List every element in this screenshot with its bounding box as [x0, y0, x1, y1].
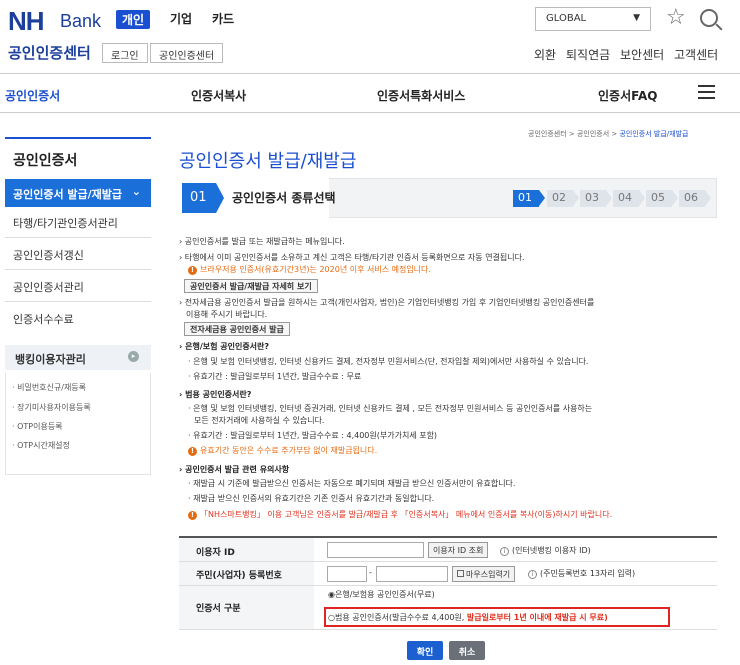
notice-line: ! 브라우저용 인증서(유효기간3년)는 2020년 이후 서비스 예정입니다.	[188, 264, 431, 275]
info-line: 공인인증서를 발급 또는 재발급하는 메뉴입니다.	[179, 236, 345, 247]
lnb-title: 공인인증서	[13, 153, 78, 169]
breadcrumb: 공인인증센터 > 공인인증서 > 공인인증서 발급/재발급	[528, 130, 689, 138]
user-id-lookup-button[interactable]: 이용자 ID 조회	[428, 542, 489, 558]
lnb-item-issue[interactable]: 공인인증서 발급/재발급 ⌄	[5, 179, 151, 207]
logo-bank[interactable]: Bank	[60, 11, 101, 32]
info-line: · 유효기간 : 발급일로부터 1년간, 발급수수료 : 4,400원(부가가치…	[188, 431, 438, 440]
issue-detail-button[interactable]: 공인인증서 발급/재발급 자세히 보기	[184, 279, 318, 293]
mouse-keypad-button[interactable]: 마우스입력기	[452, 566, 516, 582]
section-heading: 공인인증서 발급 관련 유의사항	[179, 464, 289, 475]
user-id-help: i (인터넷뱅킹 이용자 ID)	[500, 545, 591, 556]
lnb-item-other[interactable]: 타행/타기관인증서관리	[5, 206, 151, 238]
gnb-item-copy[interactable]: 인증서복사	[191, 87, 246, 104]
cert-type-label: 인증서 구분	[196, 604, 241, 614]
info-line: 타행에서 이미 공인인증서를 소유하고 계신 고객은 타행/타기관 인증서 등록…	[179, 252, 525, 263]
info-line: · 재발급 받으신 인증서의 유효기간은 기존 인증서 유효기간과 동일합니다.	[188, 494, 435, 503]
step-current-label: 공인인증서 종류선택	[232, 191, 336, 205]
tab-business[interactable]: 기업	[170, 10, 192, 27]
tab-personal[interactable]: 개인	[116, 10, 151, 29]
lnb-banking-header[interactable]: 뱅킹이용자관리 ▸	[5, 345, 151, 370]
etax-cert-button[interactable]: 전자세금용 공인인증서 발급	[184, 322, 290, 336]
logo-nh[interactable]: NH	[8, 6, 45, 37]
gnb-divider	[0, 112, 740, 113]
step-chip-2: 02	[547, 190, 579, 207]
cert-center-title[interactable]: 공인인증센터	[8, 42, 91, 63]
info-icon: i	[528, 570, 537, 579]
cancel-button[interactable]: 취소	[449, 641, 485, 660]
lnb-item-renew[interactable]: 공인인증서갱신	[5, 238, 151, 270]
gnb-item-special[interactable]: 인증서특화서비스	[377, 87, 465, 104]
tab-card[interactable]: 카드	[212, 10, 234, 27]
notice-line: ! 유효기간 동안은 수수료 추가부담 없이 재발급됩니다.	[188, 445, 377, 456]
cert-center-button[interactable]: 공인인증센터	[150, 43, 224, 63]
menu-icon[interactable]	[698, 85, 715, 99]
util-link-customer[interactable]: 고객센터	[674, 46, 718, 63]
lnb-sub-otp[interactable]: · OTP이용등록	[12, 421, 63, 432]
highlight-box	[324, 607, 670, 627]
header-divider	[0, 73, 740, 74]
global-select-value: GLOBAL	[546, 13, 587, 24]
rrn-back-input[interactable]	[376, 566, 448, 582]
step-chip-1: 01	[513, 190, 545, 207]
login-button[interactable]: 로그인	[102, 43, 148, 63]
notice-line: ! 「NH스마트뱅킹」 이용 고객님은 인증서를 발급/재발급 후 「인증서복사」…	[188, 509, 612, 520]
util-link-pension[interactable]: 퇴직연금	[566, 46, 610, 63]
alert-icon: !	[188, 511, 197, 520]
user-id-input[interactable]	[327, 542, 424, 558]
search-icon[interactable]	[700, 9, 718, 27]
global-select[interactable]: GLOBAL ▼	[535, 7, 651, 31]
info-line: 전자세금용 공인인증서 발급을 원하시는 고객(개인사업자, 법인)은 기업인터…	[179, 297, 595, 308]
user-id-label: 이용자 ID	[196, 548, 235, 558]
checkbox-icon	[457, 570, 464, 577]
lnb-sub-otp-time[interactable]: · OTP시간재설정	[12, 440, 70, 451]
toggle-icon: ▸	[128, 351, 139, 362]
lnb-item-label: 공인인증서 발급/재발급	[13, 188, 123, 201]
util-link-fx[interactable]: 외환	[534, 46, 556, 63]
rrn-help: i (주민등록번호 13자리 입력)	[528, 568, 635, 579]
info-line: · 유효기간 : 발급일로부터 1년간, 발급수수료 : 무료	[188, 372, 362, 381]
chevron-down-icon: ⌄	[131, 185, 141, 198]
lnb-sub-dormant[interactable]: · 장기미사용자이용등록	[12, 402, 91, 413]
info-line: · 재발급 시 기준에 발급받으신 인증서는 자동으로 폐기되며 재발급 받으신…	[188, 479, 516, 488]
step-current-number: 01	[182, 183, 224, 213]
form-row-divider	[179, 629, 717, 630]
form-row-divider	[179, 585, 717, 586]
info-line: 모든 전자거래에 사용하실 수 있습니다.	[194, 416, 325, 425]
dropdown-arrow-icon: ▼	[633, 13, 640, 23]
star-icon[interactable]: ☆	[666, 5, 686, 30]
lnb-topline	[5, 137, 151, 139]
rrn-label: 주민(사업자) 등록번호	[196, 571, 282, 581]
util-link-security[interactable]: 보안센터	[620, 46, 664, 63]
gnb-item-cert[interactable]: 공인인증서	[5, 87, 60, 104]
alert-icon: !	[188, 266, 197, 275]
lnb-banking-title: 뱅킹이용자관리	[15, 353, 86, 366]
step-chip-6: 06	[679, 190, 711, 207]
lnb-item-manage[interactable]: 공인인증서관리	[5, 270, 151, 302]
info-line: · 은행 및 보험 인터넷뱅킹, 인터넷 신용카드 결제, 전자정부 민원서비스…	[188, 357, 589, 366]
section-heading: 은행/보험 공인인증서란?	[179, 341, 269, 352]
page-title: 공인인증서 발급/재발급	[179, 151, 357, 172]
info-line: 이용해 주시기 바랍니다.	[186, 310, 268, 319]
gnb-item-faq[interactable]: 인증서FAQ	[598, 87, 657, 104]
lnb-item-fee[interactable]: 인증서수수료	[5, 302, 151, 334]
form-row-divider	[179, 561, 717, 562]
cert-type-bank-radio[interactable]: ◉은행/보험용 공인인증서(무료)	[328, 589, 435, 600]
rrn-front-input[interactable]	[327, 566, 367, 582]
rrn-dash: -	[369, 568, 372, 577]
lnb-sub-password[interactable]: · 비밀번호신규/재등록	[12, 382, 86, 393]
info-line: · 은행 및 보험 인터넷뱅킹, 인터넷 증권거래, 인터넷 신용카드 결제 ,…	[188, 404, 593, 413]
info-icon: i	[500, 547, 509, 556]
confirm-button[interactable]: 확인	[407, 641, 443, 660]
step-chip-4: 04	[613, 190, 645, 207]
step-chip-3: 03	[580, 190, 612, 207]
step-chip-5: 05	[646, 190, 678, 207]
section-heading: 범용 공인인증서란?	[179, 389, 251, 400]
alert-icon: !	[188, 447, 197, 456]
